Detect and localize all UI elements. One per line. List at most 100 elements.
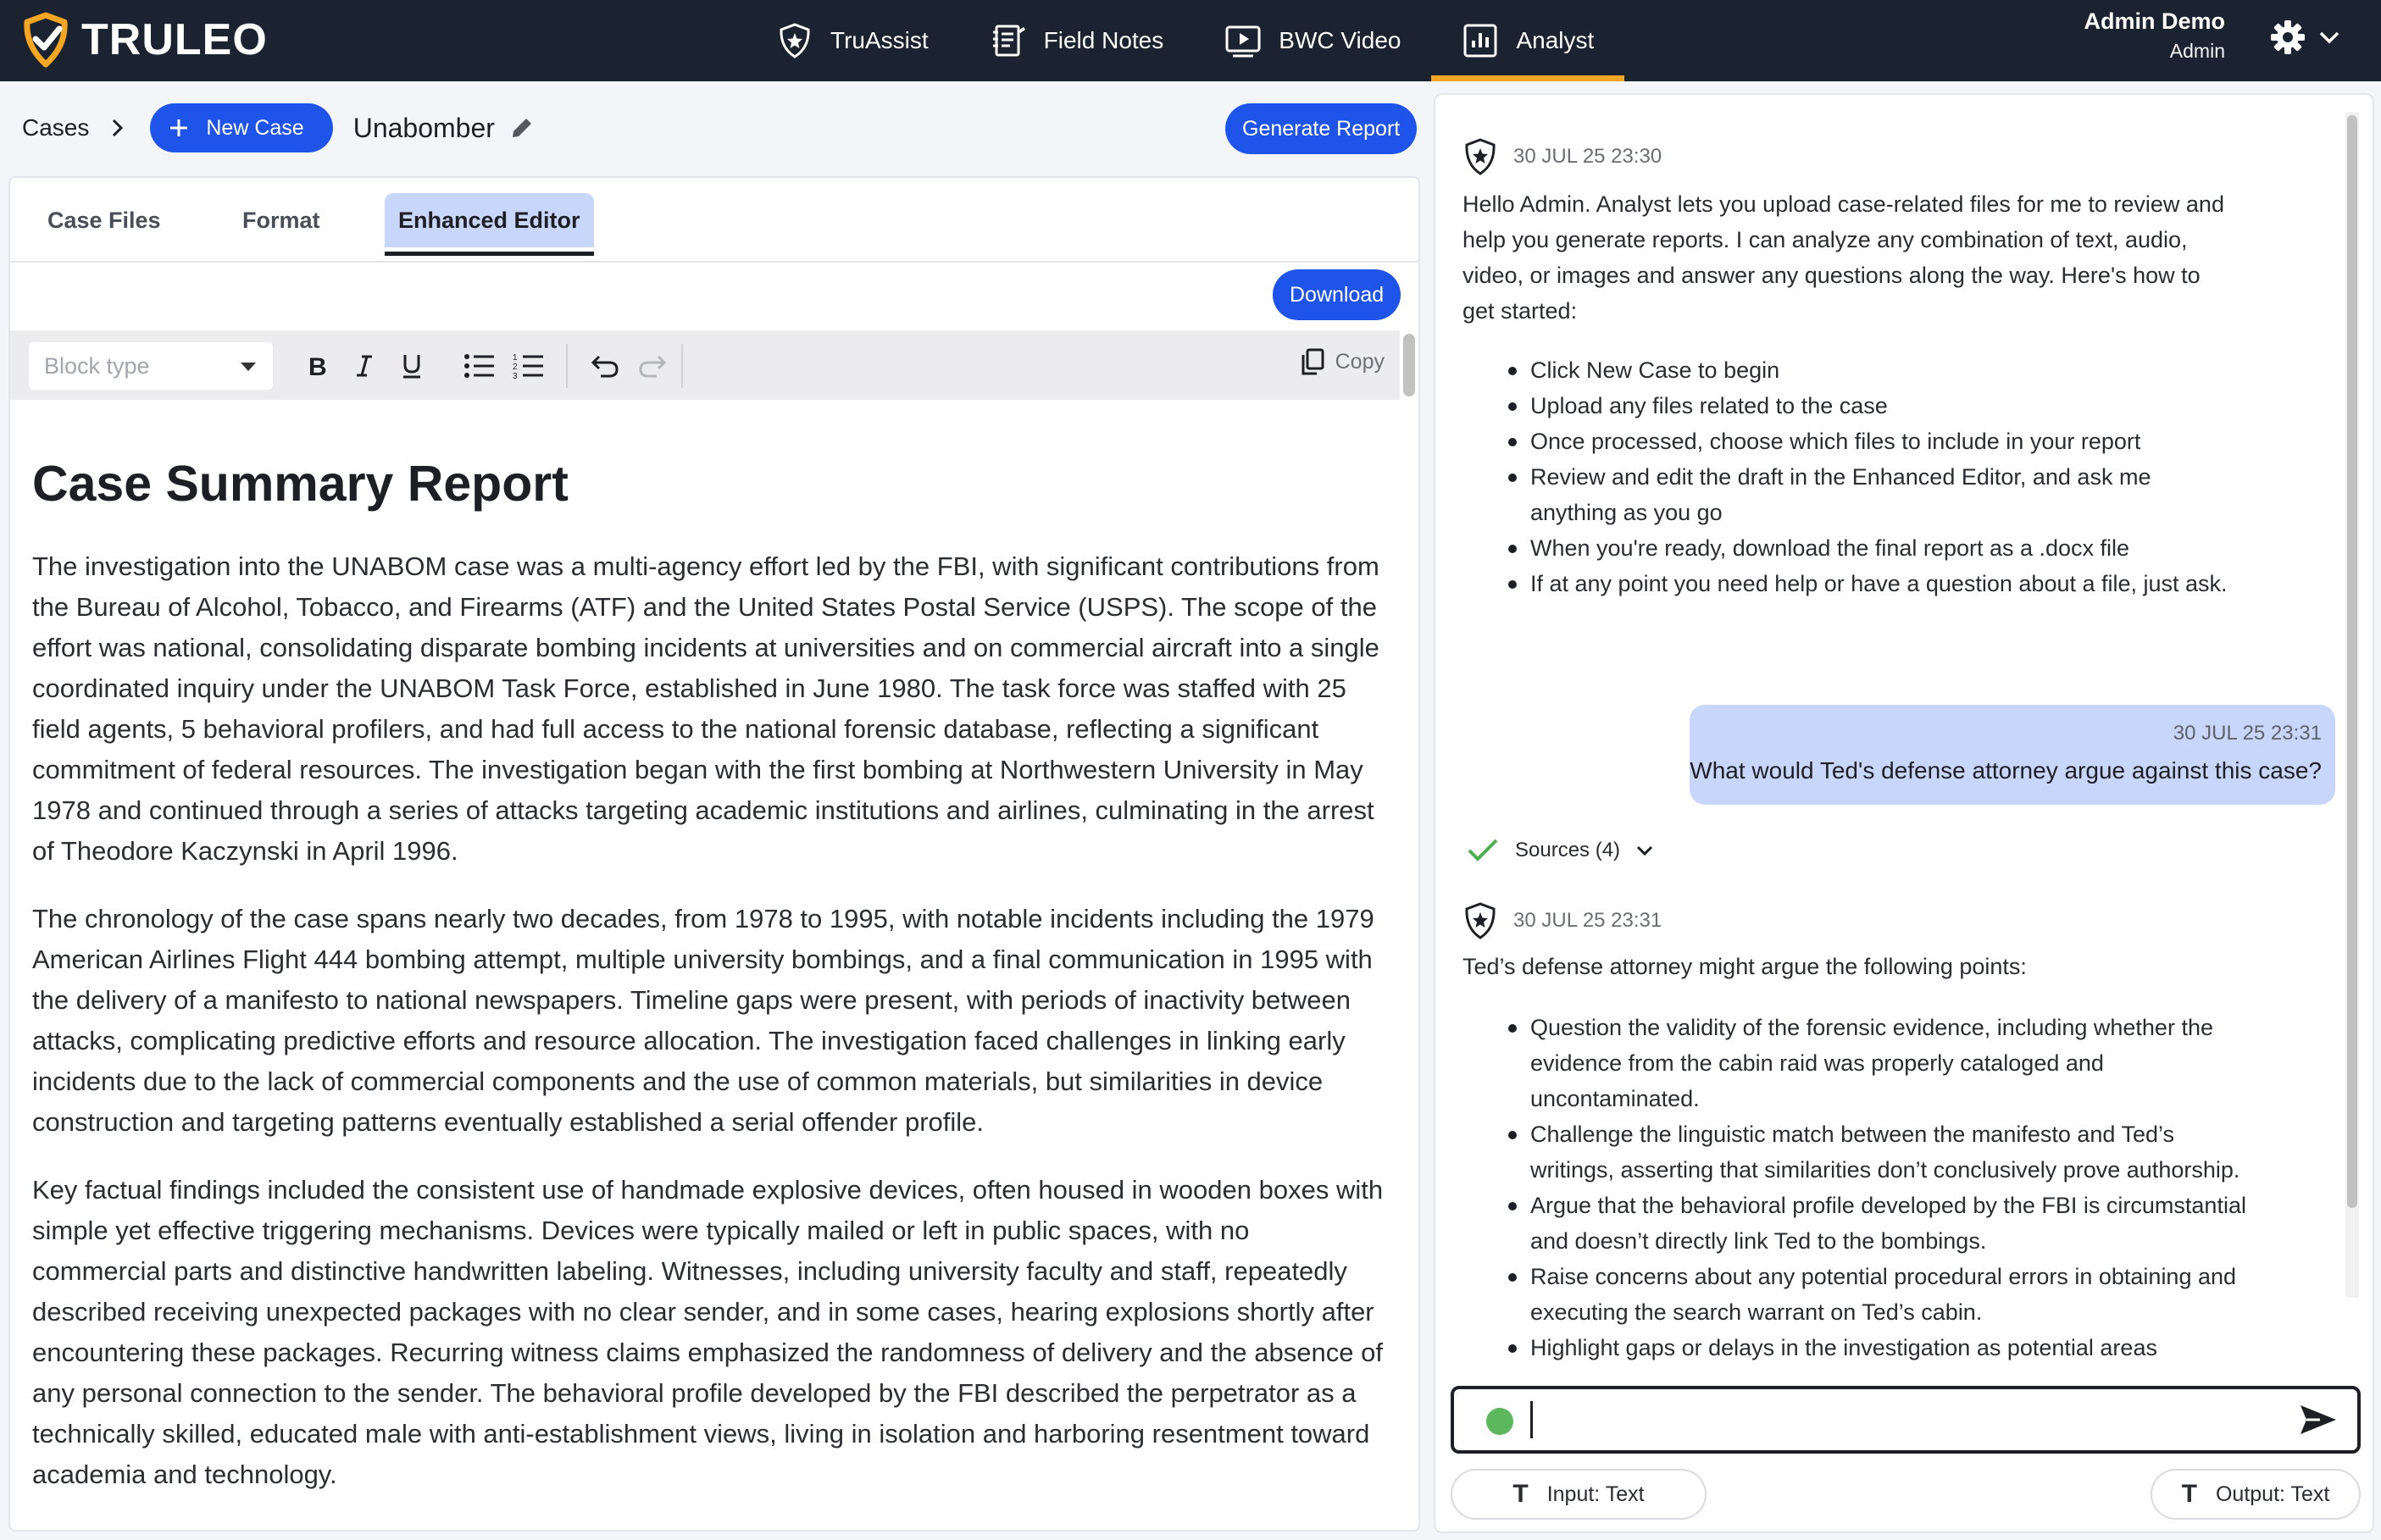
assistant-badge-icon [1465, 902, 1496, 939]
svg-text:B: B [308, 353, 327, 379]
generate-report-label: Generate Report [1242, 116, 1401, 141]
output-mode-label: Output: Text [2215, 1482, 2330, 1506]
assistant-message-text: Ted’s defense attorney might argue the f… [1462, 954, 2027, 979]
bullet-list-button[interactable] [461, 347, 498, 385]
assistant-message-list: Click New Case to begin Upload any files… [1508, 352, 2234, 601]
underline-icon [403, 355, 420, 379]
editor-scrollbar[interactable] [1403, 334, 1415, 396]
checkmark-icon [1468, 839, 1498, 861]
nav-analyst[interactable]: Analyst [1431, 0, 1625, 81]
numbered-list-button[interactable]: 1 2 3 [510, 347, 547, 385]
badge-check-icon [24, 12, 68, 68]
caret-down-icon [241, 363, 256, 371]
list-item: Once processed, choose which files to in… [1508, 424, 2234, 459]
pencil-icon[interactable] [508, 114, 536, 141]
list-item: If at any point you need help or have a … [1508, 566, 2234, 601]
breadcrumb-cases[interactable]: Cases [22, 114, 89, 141]
user-role: Admin [2169, 40, 2225, 62]
svg-text:3: 3 [513, 372, 518, 380]
italic-button[interactable] [346, 347, 383, 385]
nav-label: TruAssist [830, 27, 929, 53]
chat-input[interactable] [1451, 1386, 2361, 1454]
list-item: Raise concerns about any potential proce… [1508, 1259, 2251, 1330]
copy-label: Copy [1335, 349, 1385, 374]
nav-label: Analyst [1516, 27, 1595, 53]
list-item: Upload any files related to the case [1508, 388, 2234, 424]
assistant-message-text: Hello Admin. Analyst lets you upload cas… [1462, 191, 2224, 324]
block-type-placeholder: Block type [44, 352, 150, 379]
status-dot-icon [1486, 1408, 1513, 1435]
user-info[interactable]: Admin Demo Admin [2084, 8, 2225, 63]
list-item: Argue that the behavioral profile develo… [1508, 1188, 2251, 1259]
numbered-list-icon: 1 2 3 [513, 353, 543, 380]
editor-toolbar: Block type B 1 2 3 Copy [10, 330, 1400, 400]
chevron-right-icon [113, 119, 124, 137]
nav-field-notes[interactable]: Field Notes [959, 0, 1195, 81]
top-navigation-bar: TRULEO TruAssist Field Notes BWC Video A… [0, 0, 2381, 81]
bold-button[interactable]: B [298, 347, 336, 385]
list-item: When you're ready, download the final re… [1508, 530, 2234, 566]
document-paragraph: Key factual findings included the consis… [32, 1174, 1384, 1489]
user-message-text: What would Ted's defense attorney argue … [1690, 757, 2322, 784]
italic-icon [357, 355, 372, 377]
tab-enhanced-editor[interactable]: Enhanced Editor [385, 193, 594, 256]
breadcrumb: Cases New Case Unabomber [22, 103, 536, 152]
download-label: Download [1290, 282, 1385, 307]
chevron-down-icon [2319, 31, 2339, 44]
send-icon[interactable] [2298, 1403, 2339, 1437]
input-mode-button[interactable]: T Input: Text [1451, 1469, 1707, 1520]
list-item: Highlight gaps or delays in the investig… [1508, 1330, 2251, 1366]
toolbar-divider [681, 344, 683, 388]
message-timestamp: 30 JUL 25 23:31 [2173, 722, 2322, 745]
copy-icon [1302, 348, 1324, 375]
generate-report-button[interactable]: Generate Report [1225, 103, 1418, 154]
nav-label: BWC Video [1279, 27, 1401, 53]
input-mode-label: Input: Text [1546, 1482, 1645, 1506]
list-item: Challenge the linguistic match between t… [1508, 1116, 2251, 1188]
chat-scrollbar-thumb[interactable] [2347, 115, 2357, 1208]
sources-toggle[interactable]: Sources (4) [1466, 837, 1654, 864]
bold-icon: B [308, 353, 327, 379]
list-item: Question the validity of the forensic ev… [1508, 1010, 2251, 1116]
text-format-icon: T [2181, 1480, 2197, 1508]
bar-chart-icon [1463, 24, 1497, 58]
app-name: TRULEO [81, 15, 268, 64]
nav-label: Field Notes [1043, 27, 1164, 53]
undo-button[interactable] [586, 347, 624, 385]
output-mode-button[interactable]: T Output: Text [2151, 1469, 2361, 1520]
svg-text:2: 2 [513, 363, 518, 372]
message-timestamp: 30 JUL 25 23:31 [1513, 909, 1662, 932]
chevron-down-icon [1636, 845, 1653, 856]
user-message-bubble: 30 JUL 25 23:31 What would Ted's defense… [1690, 705, 2335, 805]
download-button[interactable]: Download [1273, 269, 1401, 320]
redo-button[interactable] [634, 347, 671, 385]
bullet-list-icon [464, 354, 494, 378]
undo-icon [591, 355, 619, 378]
block-type-select[interactable]: Block type [29, 342, 273, 390]
nav-truassist[interactable]: TruAssist [746, 0, 959, 81]
text-format-icon: T [1512, 1480, 1529, 1508]
main-nav: TruAssist Field Notes BWC Video Analyst [746, 0, 1625, 81]
underline-button[interactable] [393, 347, 430, 385]
plus-icon [170, 119, 188, 136]
case-tabs: Case Files Format Enhanced Editor [10, 178, 1418, 263]
document-title: Case Summary Report [32, 456, 569, 512]
sources-label: Sources (4) [1515, 839, 1621, 861]
truleo-logo[interactable]: TRULEO [20, 12, 268, 68]
nav-bwc-video[interactable]: BWC Video [1194, 0, 1431, 81]
list-item: Review and edit the draft in the Enhance… [1508, 459, 2234, 530]
copy-button[interactable]: Copy [1300, 347, 1385, 376]
new-case-button[interactable]: New Case [150, 103, 333, 152]
list-item: Click New Case to begin [1508, 352, 2234, 388]
case-name: Unabomber [352, 112, 495, 143]
chat-thread[interactable]: 30 JUL 25 23:30 Hello Admin. Analyst let… [1435, 95, 2344, 1382]
tab-format[interactable]: Format [229, 193, 334, 247]
text-cursor [1530, 1401, 1533, 1438]
notebook-icon [992, 25, 1025, 57]
editor-panel: Case Files Format Enhanced Editor Downlo… [8, 176, 1420, 1532]
tab-case-files[interactable]: Case Files [34, 193, 175, 247]
document-body[interactable]: Case Summary Report The investigation in… [32, 425, 1388, 1495]
assistant-badge-icon [1465, 138, 1496, 175]
settings-menu[interactable] [2269, 19, 2340, 56]
user-name: Admin Demo [2084, 8, 2225, 34]
